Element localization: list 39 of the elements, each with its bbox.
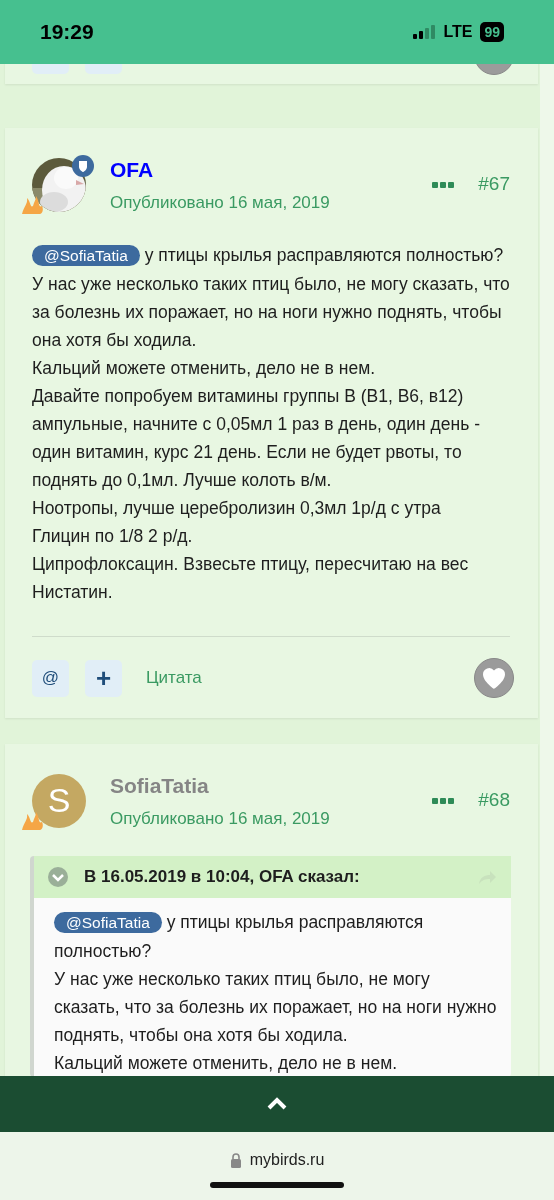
publish-date: Опубликовано 16 мая, 2019 — [110, 807, 331, 830]
caret-up-icon — [267, 1096, 287, 1112]
author-name[interactable]: SofiaTatia — [110, 770, 433, 802]
post-text: Кальций можете отменить, дело не в нем. — [54, 1051, 399, 1075]
dots-icon — [432, 180, 455, 189]
network-label: LTE — [443, 22, 473, 42]
clock-time: 19:29 — [40, 19, 94, 46]
signal-icon — [413, 25, 436, 39]
quote-header: В 16.05.2019 в 10:04, OFA сказал: — [84, 866, 361, 888]
heart-icon — [483, 667, 505, 689]
avatar: S — [32, 773, 86, 828]
multi-quote-button[interactable]: + — [85, 659, 122, 697]
author-name[interactable]: OFA — [110, 154, 433, 186]
more-button[interactable] — [432, 796, 455, 805]
post-number-link[interactable]: #68 — [478, 786, 510, 815]
post-text: Кальций можете отменить, дело не в нем. — [32, 357, 377, 380]
post-text: @SofiaTatia у птицы крылья расправляются полностью? — [54, 910, 425, 963]
quote-link[interactable]: Цитата — [146, 665, 202, 691]
scroll-top-button[interactable] — [267, 1096, 287, 1112]
more-button[interactable] — [432, 180, 455, 189]
mention-link[interactable]: @SofiaTatia — [54, 911, 162, 933]
post-text: Нистатин. — [32, 581, 114, 604]
post-number-link[interactable]: #67 — [478, 170, 510, 199]
address-bar[interactable]: mybirds.ru — [249, 1148, 325, 1172]
post-text: Ноотропы, лучше церебролизин 0,3мл 1р/д с утра — [32, 497, 442, 520]
post-text: Давайте попробуем витамины группы В (В1, В6, в12) ампульные, начните с 0,05мл 1 раз в день, один день - один витамин, курс 21 день. Если не будет рвоты, то поднять до 0,1мл. Лучше колоть в/м. — [32, 385, 482, 492]
mention-button[interactable]: @ — [32, 659, 69, 697]
post-text: Ципрофлоксацин. Взвесьте птицу, пересчитаю на вес — [32, 553, 470, 576]
chevron-down-icon — [48, 866, 68, 887]
like-button[interactable] — [474, 658, 514, 698]
post-text: Глицин по 1/8 2 р/д. — [32, 525, 194, 548]
post-text: У нас уже несколько таких птиц было, не могу сказать, что за болезнь их поражает, но на ноги нужно поднять, чтобы она хотя бы ходила. — [54, 967, 497, 1047]
dots-icon — [432, 796, 455, 805]
battery-level: 99 — [480, 22, 504, 42]
post-text: @SofiaTatia у птицы крылья расправляются полностью? — [32, 241, 510, 270]
lock-icon — [229, 1152, 242, 1168]
post-text: У нас уже несколько таких птиц было, не могу сказать, что за болезнь их поражает, но на ноги нужно поднять, чтобы она хотя бы ходила. — [32, 273, 510, 352]
mention-link[interactable]: @SofiaTatia — [32, 245, 140, 266]
publish-date: Опубликовано 16 мая, 2019 — [110, 191, 331, 214]
